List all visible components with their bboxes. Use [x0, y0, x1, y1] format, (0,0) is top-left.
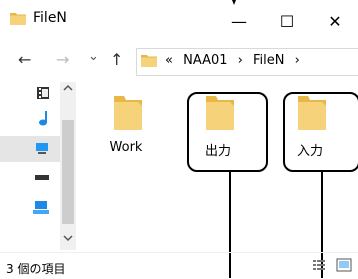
- large-icons-view-icon[interactable]: [336, 258, 352, 272]
- item-count: 3 個の項目: [6, 262, 66, 276]
- callout-lines: [229, 0, 323, 278]
- status-bar: 3 個の項目: [0, 252, 358, 279]
- details-view-icon[interactable]: [312, 259, 326, 271]
- file-explorer-window: FileN — ☐ ✕ ← → ⌄ ↑ « NAA01 › FileN › Wo…: [0, 0, 358, 278]
